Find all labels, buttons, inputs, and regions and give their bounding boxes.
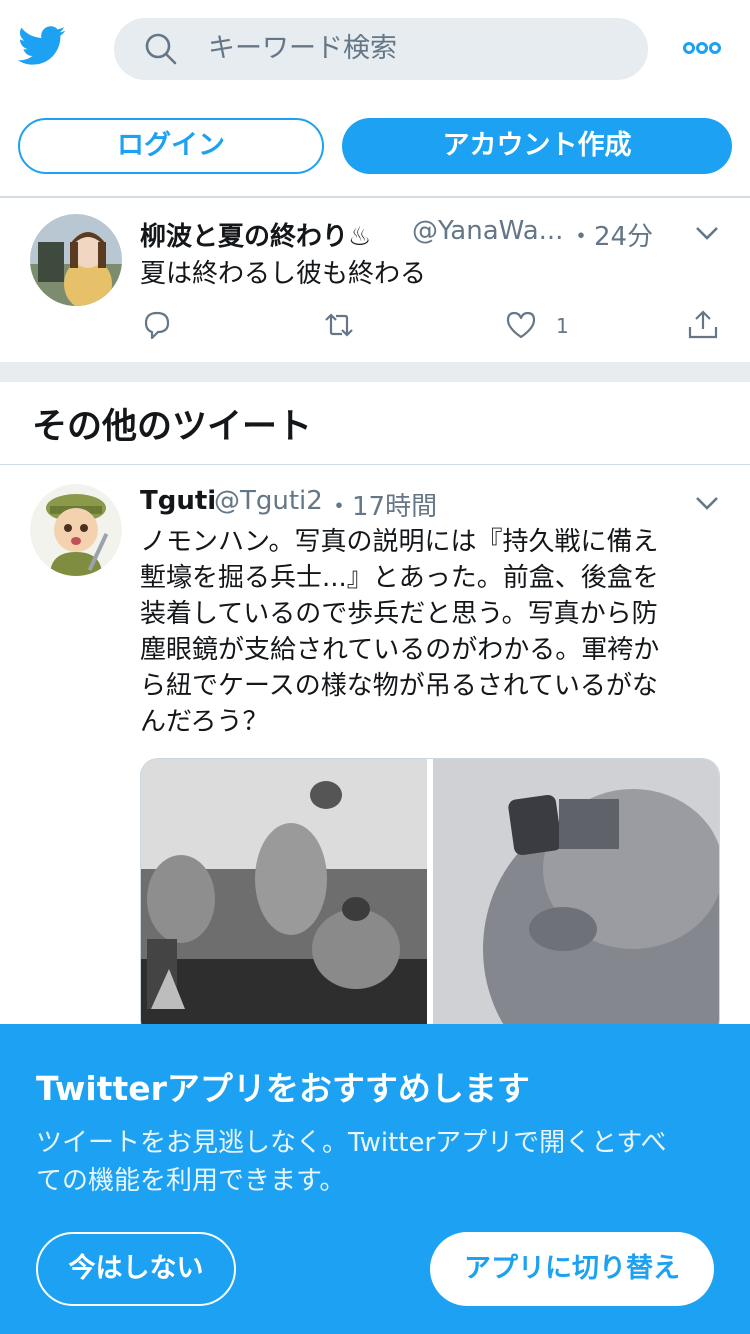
banner-title: Twitterアプリをおすすめします — [36, 1069, 530, 1108]
tweet[interactable]: 柳波と夏の終わり♨ @YanaWa... ・24分 夏は終わるし彼も終わる 1 — [0, 198, 750, 362]
timestamp[interactable]: ・17時間 — [326, 486, 437, 523]
display-name[interactable]: 柳波と夏の終わり♨ — [140, 216, 371, 253]
more-icon[interactable] — [682, 36, 722, 60]
search-input[interactable]: キーワード検索 — [114, 18, 648, 80]
tweet-media[interactable] — [140, 758, 720, 1038]
display-name[interactable]: Tguti — [140, 486, 216, 516]
banner-description-line: ての機能を利用できます。 — [36, 1166, 346, 1196]
photo-soldiers-digging[interactable] — [141, 759, 427, 1038]
avatar[interactable] — [30, 214, 122, 306]
tweet-text-line: 塵眼鏡が支給されているのがわかる。軍袴か — [140, 635, 660, 665]
banner-description: ツイートをお見逃しなく。Twitterアプリで開くとすべ ての機能を利用できます… — [36, 1124, 726, 1200]
search-icon — [145, 33, 177, 65]
login-button[interactable]: ログイン — [18, 118, 324, 174]
divider — [0, 464, 750, 465]
like-count: 1 — [556, 314, 569, 338]
avatar[interactable] — [30, 484, 122, 576]
tweet-text-line: んだろう？ — [140, 707, 269, 737]
tweet-text-line: ら紐でケースの様な物が吊るされているがな — [140, 671, 658, 701]
user-handle[interactable]: @YanaWa... — [412, 216, 563, 246]
chevron-down-icon[interactable] — [694, 494, 720, 512]
banner-description-line: ツイートをお見逃しなく。Twitterアプリで開くとすべ — [36, 1128, 667, 1158]
like-icon[interactable] — [504, 308, 538, 342]
reply-icon[interactable] — [140, 308, 174, 342]
tweet-text: ノモンハン。写真の説明には『持久戦に備え 塹壕を掘る兵士...』とあった。前盒、… — [140, 524, 730, 740]
section-separator — [0, 362, 750, 382]
tweet-text-line: 塹壕を掘る兵士...』とあった。前盒、後盒を — [140, 563, 659, 593]
timestamp[interactable]: ・24分 — [568, 216, 653, 253]
not-now-button[interactable]: 今はしない — [36, 1232, 236, 1306]
chevron-down-icon[interactable] — [694, 224, 720, 242]
share-icon[interactable] — [686, 308, 720, 342]
top-bar: キーワード検索 — [0, 0, 750, 100]
tweet-text: 夏は終わるし彼も終わる — [140, 259, 427, 289]
section-title: その他のツイート — [32, 407, 313, 447]
tweet-text-line: ノモンハン。写真の説明には『持久戦に備え — [140, 527, 659, 557]
user-handle[interactable]: @Tguti2 — [214, 486, 323, 516]
search-placeholder: キーワード検索 — [208, 33, 397, 64]
tweet-text-line: 装着しているので歩兵だと思う。写真から防 — [140, 599, 658, 629]
signup-button[interactable]: アカウント作成 — [342, 118, 732, 174]
retweet-icon[interactable] — [322, 308, 356, 342]
switch-to-app-button[interactable]: アプリに切り替え — [430, 1232, 714, 1306]
photo-goggles-closeup[interactable] — [433, 759, 720, 1038]
twitter-bird-icon[interactable] — [18, 26, 66, 66]
